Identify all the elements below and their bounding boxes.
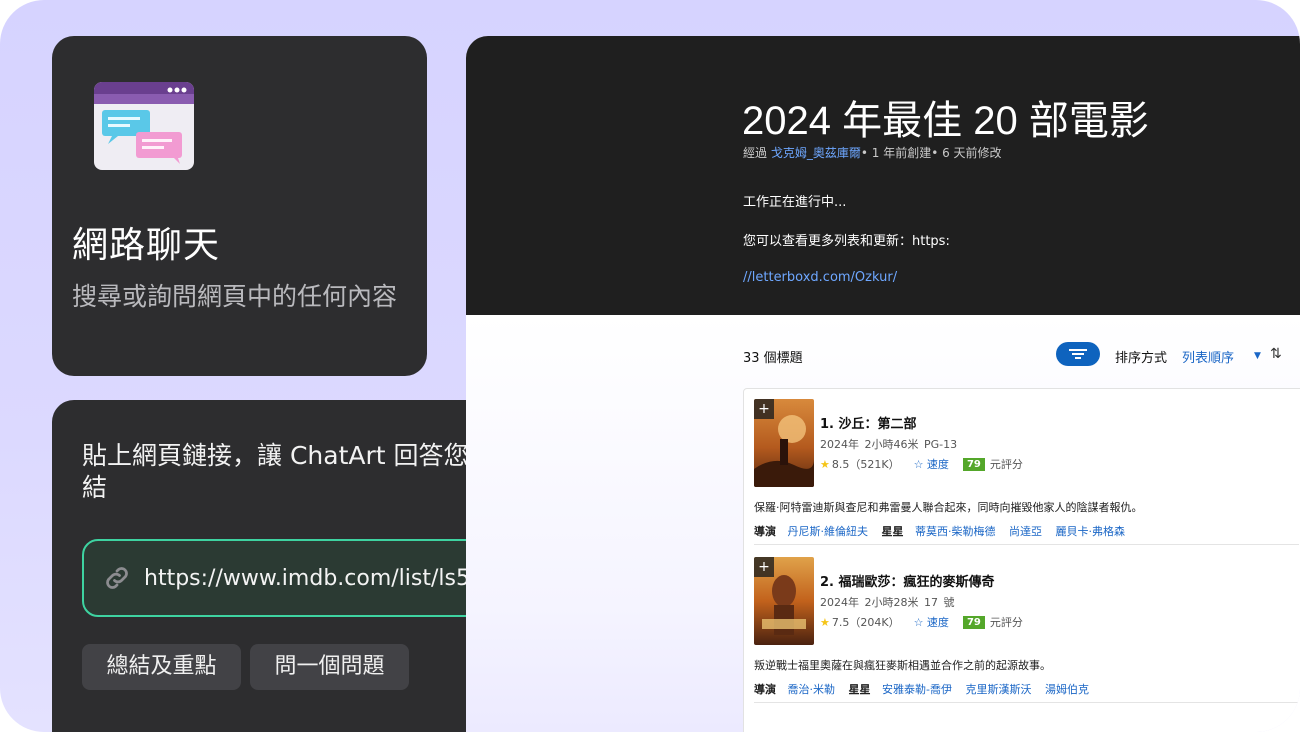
star-icon: ★: [820, 615, 830, 629]
meta-prefix: 經過: [743, 146, 768, 160]
list-description-line1: 工作正在進行中...: [743, 195, 847, 210]
web-chat-feature-card[interactable]: 網路聊天 搜尋或詢問網頁中的任何內容: [52, 36, 427, 376]
director-link[interactable]: 丹尼斯·維倫紐夫: [788, 525, 869, 538]
metascore-badge: 79: [962, 615, 985, 629]
sort-dropdown[interactable]: 列表順序: [1182, 347, 1234, 366]
imdb-rating: 7.5（204K）: [831, 616, 900, 629]
rate-button[interactable]: ☆ 速度: [914, 456, 949, 472]
star-link[interactable]: 麗貝卡·弗格森: [1056, 525, 1126, 538]
list-description-line2: 您可以查看更多列表和更新：https:: [743, 234, 950, 249]
list-title: 2024 年最佳 20 部電影: [742, 99, 1149, 143]
imdb-rating: 8.5（521K）: [831, 458, 900, 471]
stars-label: 星星: [848, 683, 871, 696]
movie-credits: 導演 丹尼斯·維倫紐夫 星星 蒂莫西·柴勒梅德 尚達亞 麗貝卡·弗格森: [754, 523, 1135, 539]
filter-button[interactable]: [1056, 342, 1100, 366]
stars-label: 星星: [881, 525, 904, 538]
divider: [754, 544, 1299, 545]
filter-icon: [1069, 349, 1087, 359]
add-to-watchlist-icon[interactable]: +: [754, 399, 774, 419]
star-link[interactable]: 克里斯漢斯沃: [965, 683, 1031, 696]
movie-credits: 導演 喬治·米勒 星星 安雅泰勒-喬伊 克里斯漢斯沃 湯姆伯克: [754, 681, 1099, 697]
list-meta: 經過 戈克姆_奧茲庫爾• 1 年前創建• 6 天前修改: [743, 144, 1002, 161]
created-text: • 1 年前創建: [860, 146, 932, 160]
divider: [754, 702, 1299, 703]
sort-label: 排序方式: [1115, 351, 1168, 366]
star-icon: ★: [820, 457, 830, 471]
chat-window-icon: [94, 82, 194, 170]
star-link[interactable]: 蒂莫西·柴勒梅德: [915, 525, 996, 538]
list-header: 2024 年最佳 20 部電影 經過 戈克姆_奧茲庫爾• 1 年前創建• 6 天…: [466, 36, 1300, 315]
list-body: 33 個標題 排序方式 列表順序 ▼ ⇅ + 1. 沙丘：第二部 2024年 2…: [466, 315, 1300, 732]
movie-info: 2024年 2小時28米 17 號: [820, 596, 955, 609]
add-to-watchlist-icon[interactable]: +: [754, 557, 774, 577]
modified-text: • 6 天前修改: [931, 146, 1002, 160]
letterboxd-link[interactable]: //letterboxd.com/Ozkur/: [743, 270, 897, 285]
star-link[interactable]: 尚達亞: [1009, 525, 1042, 538]
author-link[interactable]: 戈克姆_奧茲庫爾: [771, 146, 861, 160]
poster-furiosa[interactable]: +: [754, 557, 814, 645]
title-count: 33 個標題: [743, 351, 803, 366]
movie-rating-row: ★ 8.5（521K） ☆ 速度 79 元評分: [820, 456, 1023, 472]
sort-direction-icon[interactable]: ⇅: [1270, 346, 1282, 362]
metascore-label: 元評分: [989, 458, 1023, 471]
movie-title[interactable]: 2. 福瑞歐莎：瘋狂的麥斯傳奇: [820, 571, 995, 590]
metascore-label: 元評分: [989, 616, 1023, 629]
movie-plot: 叛逆戰士福里奧薩在與瘋狂麥斯相遇並合作之前的起源故事。: [754, 659, 1051, 672]
movie-rating-row: ★ 7.5（204K） ☆ 速度 79 元評分: [820, 614, 1023, 630]
page-background: 網路聊天 搜尋或詢問網頁中的任何內容 貼上網頁鏈接，讓 ChatArt 回答您的…: [0, 0, 1300, 732]
movie-title[interactable]: 1. 沙丘：第二部: [820, 413, 917, 432]
link-icon: [106, 567, 128, 589]
rate-button[interactable]: ☆ 速度: [914, 614, 949, 630]
star-link[interactable]: 湯姆伯克: [1045, 683, 1089, 696]
director-label: 導演: [754, 525, 776, 538]
poster-dune[interactable]: +: [754, 399, 814, 487]
star-link[interactable]: 安雅泰勒-喬伊: [882, 683, 952, 696]
chevron-down-icon[interactable]: ▼: [1254, 351, 1261, 361]
movie-list: + 1. 沙丘：第二部 2024年 2小時46米 PG-13 ★ 8.5（521…: [743, 388, 1300, 732]
movie-plot: 保羅·阿特雷迪斯與查尼和弗雷曼人聯合起來，同時向摧毀他家人的陰謀者報仇。: [754, 501, 1143, 514]
card-title: 網路聊天: [72, 225, 221, 266]
director-label: 導演: [754, 683, 776, 696]
ask-question-button[interactable]: 問一個問題: [250, 644, 409, 690]
movie-info: 2024年 2小時46米 PG-13: [820, 438, 958, 451]
director-link[interactable]: 喬治·米勒: [788, 683, 836, 696]
metascore-badge: 79: [962, 457, 985, 471]
card-description: 搜尋或詢問網頁中的任何內容: [72, 282, 398, 311]
imdb-list-page: 2024 年最佳 20 部電影 經過 戈克姆_奧茲庫爾• 1 年前創建• 6 天…: [466, 36, 1300, 732]
summary-button[interactable]: 總結及重點: [82, 644, 241, 690]
